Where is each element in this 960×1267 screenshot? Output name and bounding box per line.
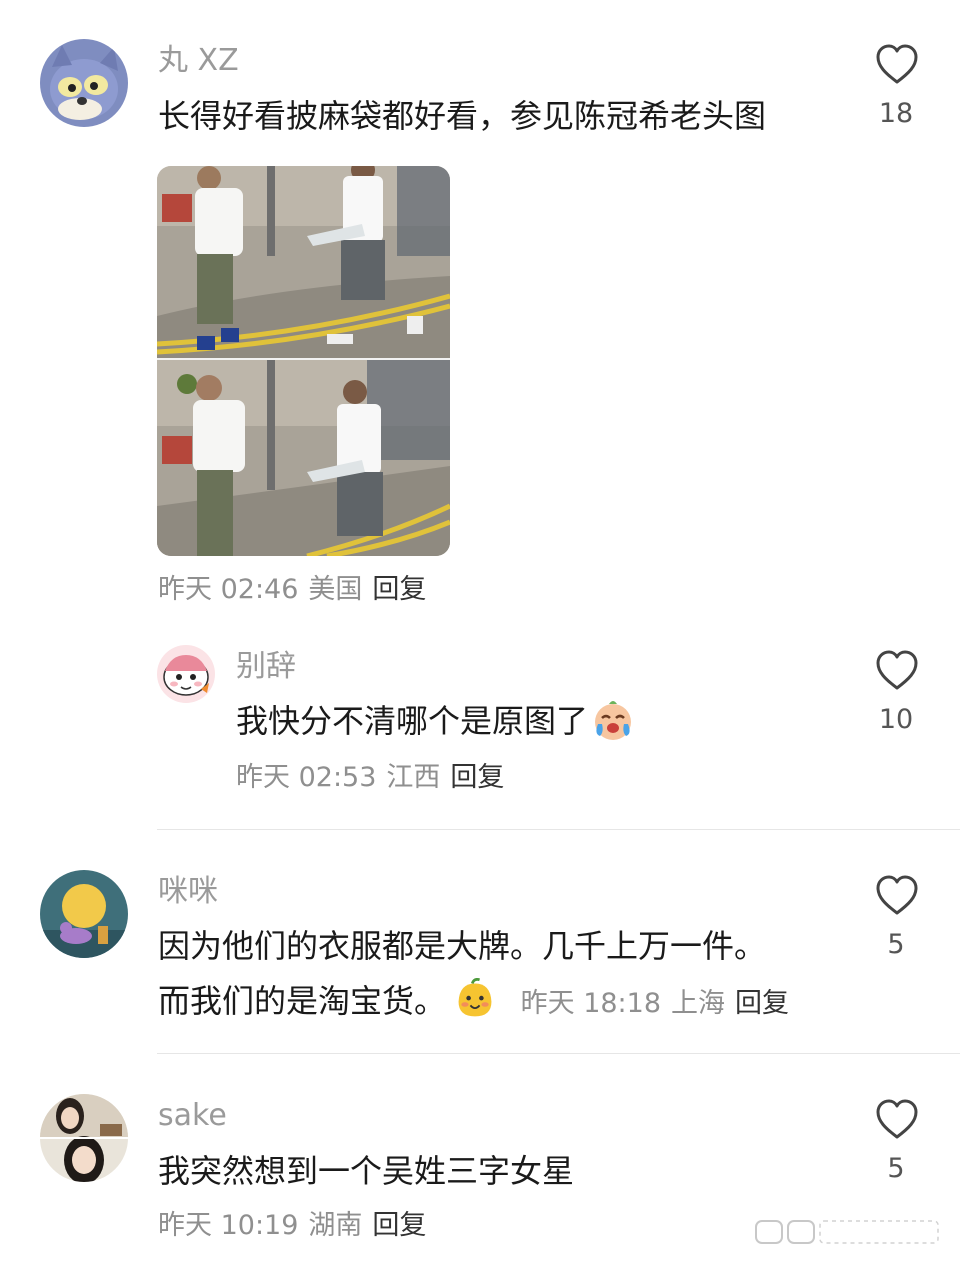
comment-photo[interactable] [157,166,450,556]
like-count: 5 [887,929,905,960]
cartoon-boy-avatar-image [157,645,215,703]
comment-username[interactable]: sake [158,1101,227,1131]
reply-button[interactable]: 回复 [735,988,789,1019]
smiling-fruit-emoji [458,978,492,1017]
comment-text-line: 而我们的是淘宝货。 昨天 18:18 上海 回复 [158,978,789,1020]
avatar[interactable] [40,1094,128,1182]
comment-text-content: 而我们的是淘宝货。 [158,982,447,1020]
reply-button[interactable]: 回复 [450,762,504,793]
reply-button[interactable]: 回复 [372,574,426,605]
comment-username[interactable]: 别辞 [236,652,296,682]
comment-time: 昨天 18:18 [520,988,662,1019]
comment-meta: 昨天 02:46 美国 回复 [158,576,426,603]
comment-location: 上海 [671,988,726,1019]
heart-outline-icon[interactable] [875,43,919,85]
avatar[interactable] [40,39,128,127]
comment-time: 昨天 10:19 [158,1210,299,1241]
avatar[interactable] [40,870,128,958]
comment-location: 江西 [386,762,441,793]
comment-username[interactable]: 丸 XZ [158,46,239,76]
comment-location: 美国 [308,574,363,605]
portrait-photo-avatar-image [40,1094,128,1182]
heart-outline-icon[interactable] [875,649,919,691]
like-count: 18 [878,98,914,129]
reply-button[interactable]: 回复 [372,1210,426,1241]
comment-meta: 昨天 18:18 上海 回复 [512,988,789,1019]
heart-outline-icon[interactable] [875,1098,919,1140]
divider [157,829,960,830]
cartoon-cat-avatar-image [40,39,128,127]
watermark-logo-icon [755,1220,939,1244]
comment-text: 我突然想到一个吴姓三字女星 [158,1152,575,1190]
comment-meta: 昨天 02:53 江西 回复 [236,764,504,791]
comment-time: 昨天 02:46 [158,574,299,605]
like-count: 5 [887,1153,905,1184]
comment-meta: 昨天 10:19 湖南 回复 [158,1212,426,1239]
comment-text: 长得好看披麻袋都好看，参见陈冠希老头图 [158,97,767,135]
comment-text-content: 我快分不清哪个是原图了 [236,702,589,740]
comment-text-line: 因为他们的衣服都是大牌。几千上万一件。 [158,927,767,965]
moon-illustration-avatar-image [40,870,128,958]
heart-outline-icon[interactable] [875,874,919,916]
crying-face-emoji [595,701,632,740]
comment-time: 昨天 02:53 [236,762,377,793]
comment-username[interactable]: 咪咪 [158,877,218,907]
divider [157,1053,960,1054]
avatar[interactable] [157,645,215,703]
street-photo-image [157,166,450,556]
comment-text: 我快分不清哪个是原图了 [236,701,636,742]
comment-location: 湖南 [308,1210,363,1241]
like-count: 10 [878,704,914,735]
